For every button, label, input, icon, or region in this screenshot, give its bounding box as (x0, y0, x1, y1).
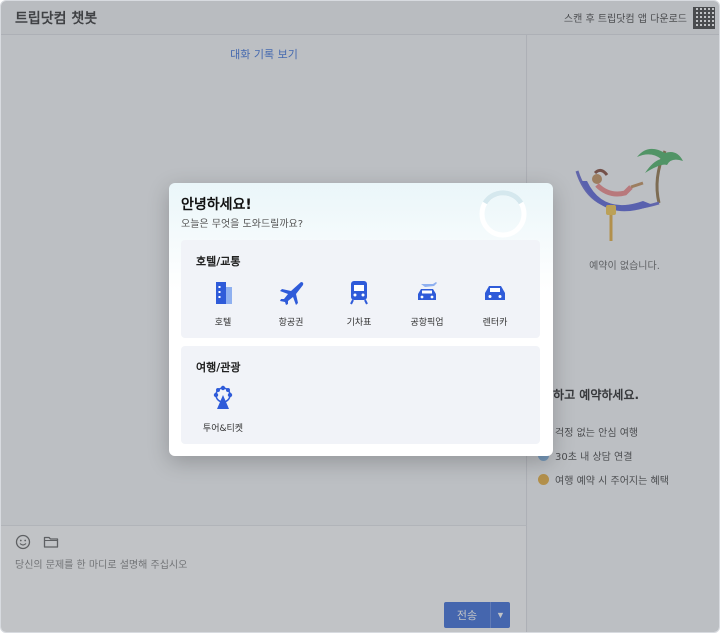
menu-item-label: 공항픽업 (410, 318, 444, 328)
section-travel-tour: 여행/관광 투어&티켓 (181, 346, 540, 444)
menu-item-label: 투어&티켓 (202, 424, 244, 434)
car-rental-icon (485, 286, 505, 300)
menu-item-hotel[interactable]: 호텔 (189, 278, 257, 328)
train-icon (350, 281, 368, 305)
welcome-dialog: 안녕하세요! 오늘은 무엇을 도와드릴까요? 호텔/교통 호텔 항공권 기차표 … (169, 183, 553, 456)
section-title: 여행/관광 (196, 361, 241, 374)
menu-item-tour-ticket[interactable]: 투어&티켓 (189, 384, 257, 434)
greeting-subtitle: 오늘은 무엇을 도와드릴까요? (181, 219, 304, 230)
hotel-icon (216, 282, 232, 304)
menu-item-airport-pickup[interactable]: 공항픽업 (393, 278, 461, 328)
menu-item-label: 렌터카 (482, 318, 508, 328)
tour-ticket-icon (213, 385, 233, 409)
menu-item-label: 호텔 (214, 318, 232, 328)
section-title: 호텔/교통 (196, 255, 241, 268)
airport-pickup-icon (418, 282, 437, 300)
menu-item-flight[interactable]: 항공권 (257, 278, 325, 328)
airplane-icon (280, 282, 304, 305)
menu-item-car-rental[interactable]: 렌터카 (461, 278, 529, 328)
chat-bubble-decoration (479, 190, 527, 238)
section-items: 호텔 항공권 기차표 공항픽업 렌터카 (189, 278, 529, 328)
menu-item-train[interactable]: 기차표 (325, 278, 393, 328)
chatbot-window: 트립닷컴 챗봇 스캔 후 트립닷컴 앱 다운로드 대화 기록 보기 전송 ▼ (0, 0, 720, 633)
section-hotel-transport: 호텔/교통 호텔 항공권 기차표 공항픽업 렌터카 (181, 240, 540, 338)
menu-item-label: 항공권 (278, 318, 304, 328)
greeting-title: 안녕하세요! (181, 197, 252, 213)
section-items: 투어&티켓 (189, 384, 257, 434)
menu-item-label: 기차표 (346, 318, 372, 328)
